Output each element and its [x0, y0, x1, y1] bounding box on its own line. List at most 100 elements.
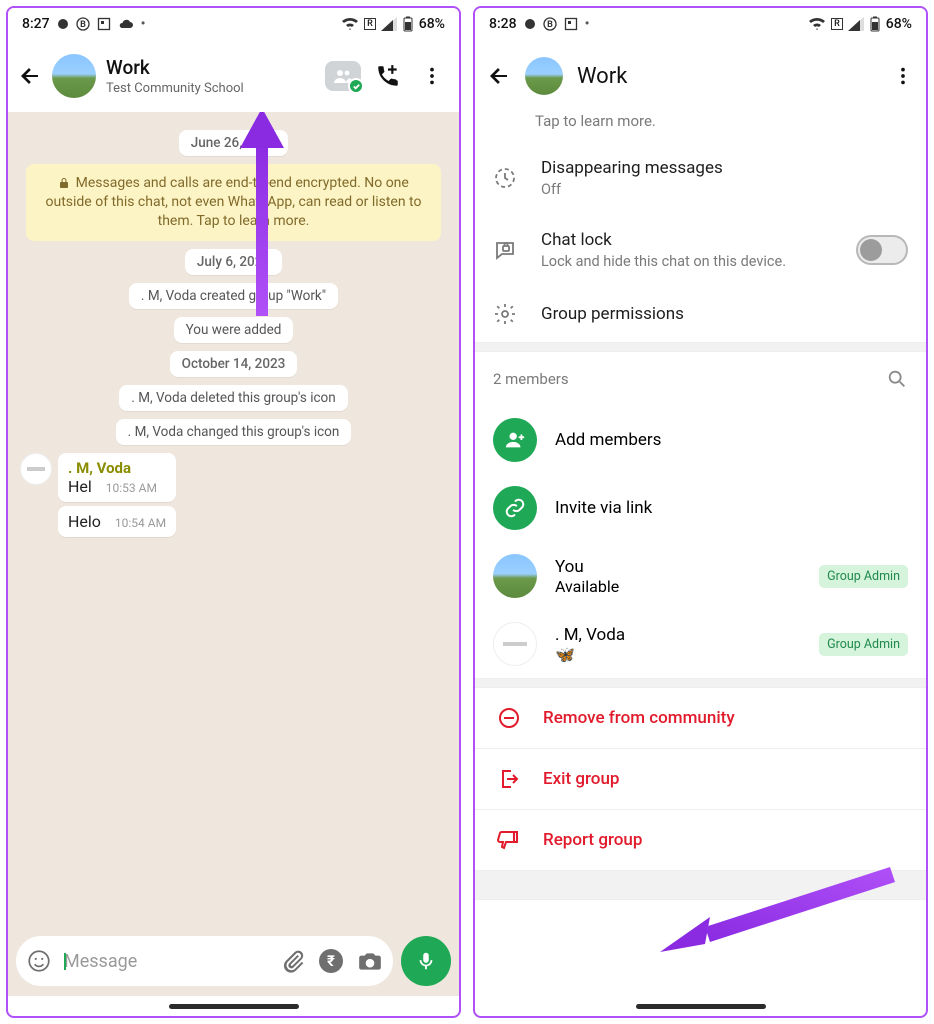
emoji-icon[interactable] [26, 948, 52, 974]
permissions-label: Group permissions [541, 304, 908, 324]
row-report-group[interactable]: Report group [475, 810, 926, 870]
member-row-you[interactable]: You Available Group Admin [475, 542, 926, 610]
member-name: . M, Voda [555, 625, 801, 645]
status-bar: 8:28 B • R 68% [475, 8, 926, 40]
info-body[interactable]: Tap to learn more. Disappearing messages… [475, 112, 926, 996]
disappearing-value: Off [541, 181, 801, 198]
chat-body[interactable]: June 26, 2022 Messages and calls are end… [8, 112, 459, 926]
chat-header[interactable]: Work Test Community School [8, 40, 459, 112]
chat-title-area[interactable]: Work Test Community School [106, 56, 315, 96]
row-exit-group[interactable]: Exit group [475, 749, 926, 809]
section-divider [475, 342, 926, 352]
info-header: Work [475, 40, 926, 112]
chat-title: Work [106, 56, 315, 79]
row-permissions[interactable]: Group permissions [475, 286, 926, 342]
system-message: . M, Voda deleted this group's icon [119, 385, 347, 411]
wifi-icon [808, 17, 826, 31]
back-icon[interactable] [487, 64, 511, 88]
members-header: 2 members [475, 352, 926, 406]
attach-icon[interactable] [281, 949, 305, 973]
admin-badge: Group Admin [819, 633, 908, 656]
row-remove-community[interactable]: Remove from community [475, 688, 926, 748]
encryption-text: Messages and calls are end-to-end encryp… [46, 175, 422, 229]
member-status: Available [555, 577, 801, 596]
row-invite-link[interactable]: Invite via link [475, 474, 926, 542]
camera-icon[interactable] [357, 948, 383, 974]
message-text: Helo [68, 512, 101, 531]
message-sender: . M, Voda [68, 459, 166, 477]
battery-icon [869, 16, 881, 32]
svg-text:B: B [80, 20, 86, 30]
search-icon[interactable] [886, 368, 908, 390]
row-disappearing[interactable]: Disappearing messages Off [475, 142, 926, 214]
message-text: Hel [68, 477, 92, 496]
section-divider [475, 870, 926, 900]
battery-pct: 68% [886, 16, 912, 32]
phone-right: 8:28 B • R 68% Work Tap to learn more. D… [473, 6, 928, 1018]
status-bar: 8:27 B • R 68% [8, 8, 459, 40]
learn-more-text[interactable]: Tap to learn more. [475, 112, 926, 142]
back-icon[interactable] [18, 64, 42, 88]
lock-icon [58, 177, 70, 189]
invite-label: Invite via link [555, 498, 652, 518]
chatlock-toggle[interactable] [856, 235, 908, 265]
add-person-icon [504, 429, 526, 451]
chat-lock-icon [493, 238, 517, 262]
timer-icon [493, 166, 517, 190]
row-add-members[interactable]: Add members [475, 406, 926, 474]
remove-label: Remove from community [543, 708, 735, 728]
rupee-icon[interactable]: ₹ [317, 947, 345, 975]
cloud-icon [118, 18, 134, 30]
info-title[interactable]: Work [577, 64, 878, 89]
wifi-icon [341, 17, 359, 31]
disappearing-label: Disappearing messages [541, 158, 908, 178]
date-chip: June 26, 2022 [179, 130, 289, 156]
svg-text:₹: ₹ [327, 952, 335, 970]
more-icon[interactable] [892, 65, 914, 87]
thumbs-down-icon [497, 828, 521, 852]
group-avatar[interactable] [525, 57, 563, 95]
group-avatar[interactable] [52, 54, 96, 98]
input-bar: Message ₹ [8, 926, 459, 996]
encryption-banner[interactable]: Messages and calls are end-to-end encryp… [26, 164, 441, 241]
message-input[interactable]: Message ₹ [16, 936, 393, 986]
add-members-label: Add members [555, 430, 661, 450]
mic-icon [415, 950, 437, 972]
svg-text:B: B [547, 20, 553, 30]
community-chip[interactable] [325, 61, 361, 91]
message-placeholder: Message [64, 951, 269, 972]
message-bubble[interactable]: Helo 10:54 AM [58, 506, 176, 537]
admin-badge: Group Admin [819, 565, 908, 588]
status-time: 8:28 [489, 16, 517, 32]
signal-icon [381, 17, 397, 31]
gesture-bar [475, 996, 926, 1016]
link-icon [504, 497, 526, 519]
message-time: 10:53 AM [106, 481, 157, 495]
section-divider [475, 678, 926, 688]
system-message: You were added [174, 317, 294, 343]
status-time: 8:27 [22, 16, 50, 32]
more-icon[interactable] [415, 65, 449, 87]
member-row[interactable]: . M, Voda 🦋 Group Admin [475, 610, 926, 678]
exit-label: Exit group [543, 769, 619, 789]
roam-indicator: R [831, 18, 843, 30]
battery-pct: 68% [419, 16, 445, 32]
message-bubble[interactable]: . M, Voda Hel 10:53 AM [58, 453, 176, 502]
system-message: . M, Voda created group "Work" [129, 283, 338, 309]
battery-icon [402, 16, 414, 32]
call-add-icon[interactable] [371, 63, 405, 89]
member-name: You [555, 557, 801, 577]
message-row: . M, Voda Hel 10:53 AM Helo 10:54 AM [20, 453, 447, 541]
chatlock-sub: Lock and hide this chat on this device. [541, 253, 801, 270]
notif-dot-icon [57, 18, 69, 30]
member-status: 🦋 [555, 645, 801, 664]
members-count: 2 members [493, 370, 569, 388]
sender-avatar[interactable] [20, 453, 52, 485]
remove-icon [497, 706, 521, 730]
date-chip: July 6, 2021 [185, 249, 282, 275]
notif-square-icon [564, 17, 578, 31]
message-time: 10:54 AM [115, 516, 166, 530]
date-chip: October 14, 2023 [170, 351, 298, 377]
row-chat-lock[interactable]: Chat lock Lock and hide this chat on thi… [475, 214, 926, 286]
mic-button[interactable] [401, 936, 451, 986]
